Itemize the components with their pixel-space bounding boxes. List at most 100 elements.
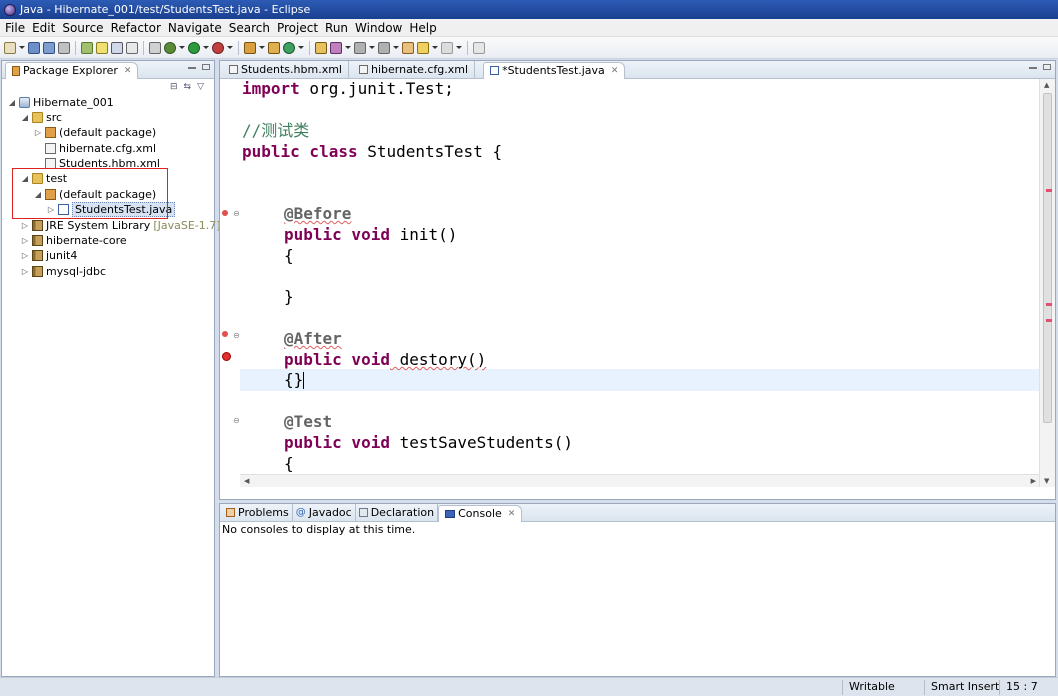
view-menu-icon[interactable]: ▽ bbox=[197, 82, 204, 92]
tree-item-hibernate-cfg-xml[interactable]: hibernate.cfg.xml bbox=[45, 141, 156, 156]
annotation-next-dropdown-icon[interactable] bbox=[369, 46, 375, 49]
menu-source[interactable]: Source bbox=[60, 21, 108, 35]
menu-help[interactable]: Help bbox=[407, 21, 441, 35]
collapsed-icon[interactable]: ▷ bbox=[34, 128, 42, 137]
tree-item-hibernate-001[interactable]: ◢ Hibernate_001 bbox=[8, 95, 114, 110]
collapsed-icon[interactable]: ▷ bbox=[21, 221, 29, 230]
last-edit-icon[interactable] bbox=[402, 41, 414, 54]
external-tools-icon[interactable] bbox=[212, 41, 224, 54]
error-marker-icon[interactable] bbox=[222, 331, 228, 337]
tree-item-test[interactable]: ◢ test bbox=[21, 171, 67, 186]
tab-javadoc[interactable]: @ Javadoc bbox=[293, 503, 356, 522]
maximize-icon[interactable] bbox=[202, 64, 210, 70]
new-class-icon[interactable] bbox=[283, 41, 295, 54]
debug-icon[interactable] bbox=[164, 41, 176, 54]
run-dropdown-icon[interactable] bbox=[203, 46, 209, 49]
menu-search[interactable]: Search bbox=[227, 21, 275, 35]
forward-icon[interactable] bbox=[441, 41, 453, 54]
minimize-icon[interactable] bbox=[188, 67, 196, 69]
vertical-scrollbar[interactable]: ▲ ▼ bbox=[1039, 79, 1055, 487]
new-java-project-icon[interactable] bbox=[244, 41, 256, 54]
fold-icon[interactable]: ⊖ bbox=[233, 209, 240, 218]
tab-declaration[interactable]: Declaration bbox=[356, 503, 439, 522]
tree-item-src[interactable]: ◢ src bbox=[21, 110, 62, 125]
debug-dropdown-icon[interactable] bbox=[179, 46, 185, 49]
search-dropdown-icon[interactable] bbox=[345, 46, 351, 49]
tree-item-studentstest-java[interactable]: ▷ StudentsTest.java bbox=[47, 202, 176, 217]
menu-file[interactable]: File bbox=[3, 21, 30, 35]
skip-breakpoints-icon[interactable] bbox=[149, 41, 161, 54]
run-icon[interactable] bbox=[188, 41, 200, 54]
menu-refactor[interactable]: Refactor bbox=[109, 21, 166, 35]
tree-item-jre-system-library[interactable]: ▷ JRE System Library [JavaSE-1.7] bbox=[21, 218, 221, 233]
collapsed-icon[interactable]: ▷ bbox=[21, 267, 29, 276]
back-dropdown-icon[interactable] bbox=[432, 46, 438, 49]
scroll-down-icon[interactable]: ▼ bbox=[1044, 477, 1049, 485]
tree-item-test-default-package[interactable]: ◢ (default package) bbox=[34, 187, 156, 202]
fold-icon[interactable]: ⊖ bbox=[233, 416, 240, 425]
tab-console[interactable]: Console ✕ bbox=[438, 504, 523, 522]
scroll-right-icon[interactable]: ▶ bbox=[1031, 477, 1036, 485]
error-marker-icon[interactable] bbox=[222, 210, 228, 216]
horizontal-scrollbar[interactable]: ◀ ▶ bbox=[240, 474, 1040, 487]
code-area[interactable]: ⊖ ⊖ ⊖ import org.junit.Test; //测试类 publi… bbox=[220, 79, 1040, 487]
overview-error-mark[interactable] bbox=[1046, 303, 1052, 306]
annotation-prev-icon[interactable] bbox=[378, 41, 390, 54]
menu-project[interactable]: Project bbox=[275, 21, 323, 35]
print-icon[interactable] bbox=[58, 41, 70, 54]
save-all-icon[interactable] bbox=[43, 41, 55, 54]
expanded-icon[interactable]: ◢ bbox=[21, 174, 29, 183]
scroll-up-icon[interactable]: ▲ bbox=[1044, 81, 1049, 89]
pin-editor-icon[interactable] bbox=[473, 41, 485, 54]
menu-run[interactable]: Run bbox=[323, 21, 353, 35]
new-package-icon[interactable] bbox=[268, 41, 280, 54]
new-dropdown-icon[interactable] bbox=[19, 46, 25, 49]
search-icon[interactable] bbox=[330, 41, 342, 54]
external-tools-dropdown-icon[interactable] bbox=[227, 46, 233, 49]
open-type-icon[interactable] bbox=[81, 41, 93, 54]
forward-dropdown-icon[interactable] bbox=[456, 46, 462, 49]
tab-problems[interactable]: Problems bbox=[223, 503, 293, 522]
tab-package-explorer[interactable]: Package Explorer ✕ bbox=[5, 61, 139, 79]
tab-hibernate-cfg-xml[interactable]: hibernate.cfg.xml bbox=[349, 60, 476, 79]
toggle-mark-icon[interactable] bbox=[96, 41, 108, 54]
collapsed-icon[interactable]: ▷ bbox=[21, 251, 29, 260]
new-class-dropdown-icon[interactable] bbox=[298, 46, 304, 49]
back-icon[interactable] bbox=[417, 41, 429, 54]
new-icon[interactable] bbox=[4, 41, 16, 54]
close-icon[interactable]: ✕ bbox=[508, 509, 516, 519]
collapsed-icon[interactable]: ▷ bbox=[47, 205, 55, 214]
tree-item-students-hbm-xml[interactable]: Students.hbm.xml bbox=[45, 156, 160, 171]
scroll-thumb[interactable] bbox=[1043, 93, 1052, 423]
save-icon[interactable] bbox=[28, 41, 40, 54]
tree-item-src-default-package[interactable]: ▷ (default package) bbox=[34, 125, 156, 140]
scroll-left-icon[interactable]: ◀ bbox=[244, 477, 249, 485]
annotation-next-icon[interactable] bbox=[354, 41, 366, 54]
error-icon[interactable] bbox=[222, 352, 231, 361]
open-task-icon[interactable] bbox=[315, 41, 327, 54]
annotation-prev-dropdown-icon[interactable] bbox=[393, 46, 399, 49]
expanded-icon[interactable]: ◢ bbox=[34, 190, 42, 199]
tree-item-hibernate-core[interactable]: ▷ hibernate-core bbox=[21, 233, 127, 248]
overview-error-mark[interactable] bbox=[1046, 189, 1052, 192]
collapse-all-icon[interactable]: ⊟ bbox=[170, 82, 178, 92]
close-icon[interactable]: ✕ bbox=[611, 66, 619, 76]
menu-navigate[interactable]: Navigate bbox=[166, 21, 227, 35]
link-with-editor-icon[interactable]: ⇆ bbox=[184, 82, 192, 92]
overview-error-mark[interactable] bbox=[1046, 319, 1052, 322]
close-icon[interactable]: ✕ bbox=[124, 66, 132, 76]
expanded-icon[interactable]: ◢ bbox=[21, 113, 29, 122]
tree-item-junit4[interactable]: ▷ junit4 bbox=[21, 248, 77, 263]
block-selection-icon[interactable] bbox=[111, 41, 123, 54]
collapsed-icon[interactable]: ▷ bbox=[21, 236, 29, 245]
maximize-icon[interactable] bbox=[1043, 64, 1051, 70]
tab-studentstest-java[interactable]: *StudentsTest.java ✕ bbox=[483, 61, 626, 79]
tab-students-hbm-xml[interactable]: Students.hbm.xml bbox=[223, 60, 349, 79]
menu-window[interactable]: Window bbox=[353, 21, 407, 35]
fold-icon[interactable]: ⊖ bbox=[233, 331, 240, 340]
minimize-icon[interactable] bbox=[1029, 67, 1037, 69]
menu-edit[interactable]: Edit bbox=[30, 21, 60, 35]
expanded-icon[interactable]: ◢ bbox=[8, 98, 16, 107]
show-whitespace-icon[interactable] bbox=[126, 41, 138, 54]
new-java-project-dropdown-icon[interactable] bbox=[259, 46, 265, 49]
